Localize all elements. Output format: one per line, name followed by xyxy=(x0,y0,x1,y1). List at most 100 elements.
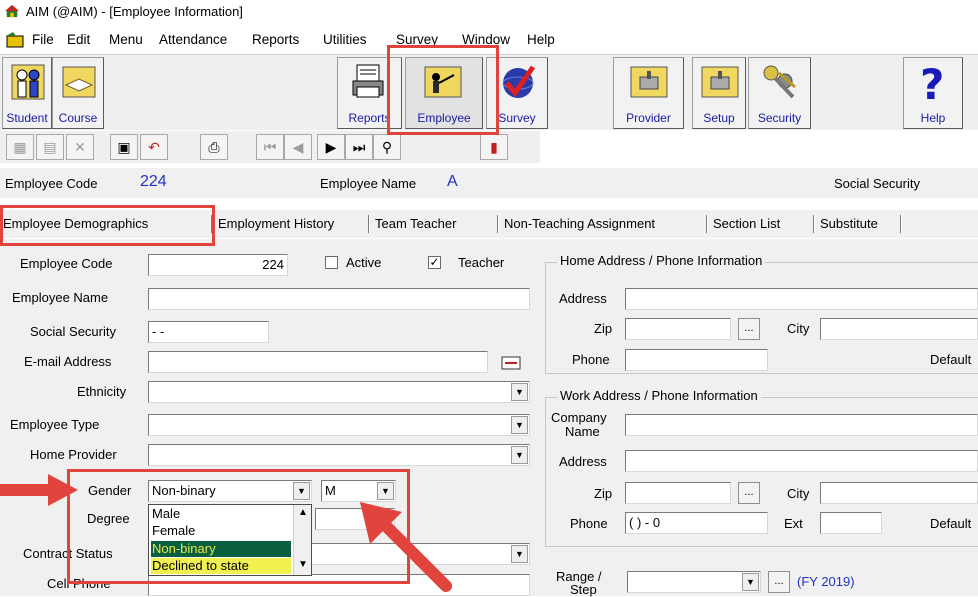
save-record-icon[interactable]: ▣ xyxy=(110,134,138,160)
company-name-input[interactable] xyxy=(625,414,978,436)
ext-input[interactable] xyxy=(820,512,882,534)
next-record-icon[interactable]: ▶ xyxy=(317,134,345,160)
undo-icon[interactable]: ↶ xyxy=(140,134,168,160)
menu-file[interactable]: File xyxy=(32,32,54,47)
work-zip-input[interactable] xyxy=(625,482,731,504)
home-provider-select[interactable]: ▼ xyxy=(148,444,530,466)
ethnicity-dropdown-icon[interactable]: ▼ xyxy=(511,383,528,401)
course-icon xyxy=(62,66,96,98)
employee-type-label: Employee Type xyxy=(10,417,100,432)
setup-icon xyxy=(701,66,739,98)
range-step-select[interactable]: ▼ xyxy=(627,571,761,593)
home-city-label: City xyxy=(787,321,810,336)
help-question-icon: ? xyxy=(920,61,944,105)
teacher-checkbox[interactable]: ✓ xyxy=(428,256,441,269)
course-button[interactable]: Course xyxy=(52,57,104,129)
company-label: Company xyxy=(551,410,607,425)
previous-record-icon[interactable]: ◀ xyxy=(284,134,312,160)
annotation-box-employee xyxy=(387,45,499,135)
contract-status-dropdown-icon[interactable]: ▼ xyxy=(511,545,528,563)
work-phone-input[interactable]: ( ) - 0 xyxy=(625,512,768,534)
employee-type-dropdown-icon[interactable]: ▼ xyxy=(511,416,528,434)
menu-utilities[interactable]: Utilities xyxy=(323,32,367,47)
svg-text:?: ? xyxy=(920,61,944,105)
first-record-icon[interactable]: ⏮ xyxy=(256,134,284,160)
home-zip-input[interactable] xyxy=(625,318,731,340)
active-checkbox[interactable] xyxy=(325,256,338,269)
help-button[interactable]: ? Help xyxy=(903,57,963,129)
work-group-title: Work Address / Phone Information xyxy=(557,388,761,403)
survey-icon xyxy=(502,65,536,98)
home-address-label: Address xyxy=(559,291,607,306)
student-icon xyxy=(11,64,45,100)
menu-help[interactable]: Help xyxy=(527,32,555,47)
new-record-icon[interactable]: ▦ xyxy=(6,134,34,160)
range-lookup-button[interactable]: ... xyxy=(768,571,790,593)
email-label: E-mail Address xyxy=(24,354,112,369)
header-code-value: 224 xyxy=(140,173,167,190)
annotation-box-demographics-tab xyxy=(0,205,215,246)
email-input[interactable] xyxy=(148,351,488,373)
home-provider-label: Home Provider xyxy=(30,447,117,462)
header-name-value: A xyxy=(447,173,458,190)
tab-separator xyxy=(497,215,499,233)
last-record-icon[interactable]: ⏭ xyxy=(345,134,373,160)
header-code-label: Employee Code xyxy=(5,176,98,191)
employee-name-input[interactable] xyxy=(148,288,530,310)
delete-record-icon[interactable]: ✕ xyxy=(66,134,94,160)
home-zip-label: Zip xyxy=(594,321,613,336)
home-provider-dropdown-icon[interactable]: ▼ xyxy=(511,446,528,464)
work-phone-label: Phone xyxy=(570,516,608,531)
setup-button[interactable]: Setup xyxy=(692,57,746,129)
ethnicity-select[interactable]: ▼ xyxy=(148,381,530,403)
employee-name-label: Employee Name xyxy=(12,290,109,305)
setup-label: Setup xyxy=(703,111,735,125)
work-zip-lookup-button[interactable]: ... xyxy=(738,482,760,504)
employee-type-select[interactable]: ▼ xyxy=(148,414,530,436)
security-keys-icon xyxy=(763,65,796,99)
social-security-input[interactable]: - - xyxy=(148,321,269,343)
tab-employment-history[interactable]: Employment History xyxy=(218,216,334,231)
menu-edit[interactable]: Edit xyxy=(67,32,90,47)
security-button[interactable]: Security xyxy=(748,57,811,129)
step-label: Step xyxy=(570,582,597,597)
mdi-child-icon[interactable] xyxy=(4,32,26,48)
employee-code-input[interactable]: 224 xyxy=(148,254,288,276)
ext-label: Ext xyxy=(784,516,803,531)
provider-button[interactable]: Provider xyxy=(613,57,684,129)
home-city-input[interactable] xyxy=(820,318,978,340)
work-address-input[interactable] xyxy=(625,450,978,472)
tab-team-teacher[interactable]: Team Teacher xyxy=(375,216,456,231)
menu-reports[interactable]: Reports xyxy=(252,32,299,47)
tab-separator xyxy=(706,215,708,233)
exit-door-icon[interactable]: ▮ xyxy=(480,134,508,160)
range-step-dropdown-icon[interactable]: ▼ xyxy=(742,573,759,591)
header-name-label: Employee Name xyxy=(320,176,417,191)
employee-header: Employee Code 224 Employee Name A Social… xyxy=(0,168,978,198)
window-title: AIM (@AIM) - [Employee Information] xyxy=(26,4,243,19)
email-envelope-icon[interactable] xyxy=(501,356,521,370)
student-button[interactable]: Student xyxy=(2,57,52,129)
home-zip-lookup-button[interactable]: ... xyxy=(738,318,760,340)
print-icon[interactable]: ⎙ xyxy=(200,134,228,160)
provider-label: Provider xyxy=(626,111,671,125)
tab-separator xyxy=(368,215,370,233)
tab-substitute[interactable]: Substitute xyxy=(820,216,878,231)
find-binoculars-icon[interactable]: ⚲ xyxy=(373,134,401,160)
active-label: Active xyxy=(346,255,382,270)
home-address-input[interactable] xyxy=(625,288,978,310)
menu-menu[interactable]: Menu xyxy=(109,32,143,47)
help-label: Help xyxy=(920,111,946,125)
tab-non-teaching-assignment[interactable]: Non-Teaching Assignment xyxy=(504,216,655,231)
app-house-icon xyxy=(5,4,19,18)
work-city-input[interactable] xyxy=(820,482,978,504)
home-group-title: Home Address / Phone Information xyxy=(557,253,766,268)
tab-section-list[interactable]: Section List xyxy=(713,216,780,231)
menu-attendance[interactable]: Attendance xyxy=(159,32,227,47)
home-default-label: Default xyxy=(930,352,972,367)
home-phone-input[interactable] xyxy=(625,349,768,371)
copy-record-icon[interactable]: ▤ xyxy=(36,134,64,160)
home-phone-label: Phone xyxy=(572,352,610,367)
reports-icon xyxy=(352,64,384,98)
ethnicity-label: Ethnicity xyxy=(77,384,127,399)
